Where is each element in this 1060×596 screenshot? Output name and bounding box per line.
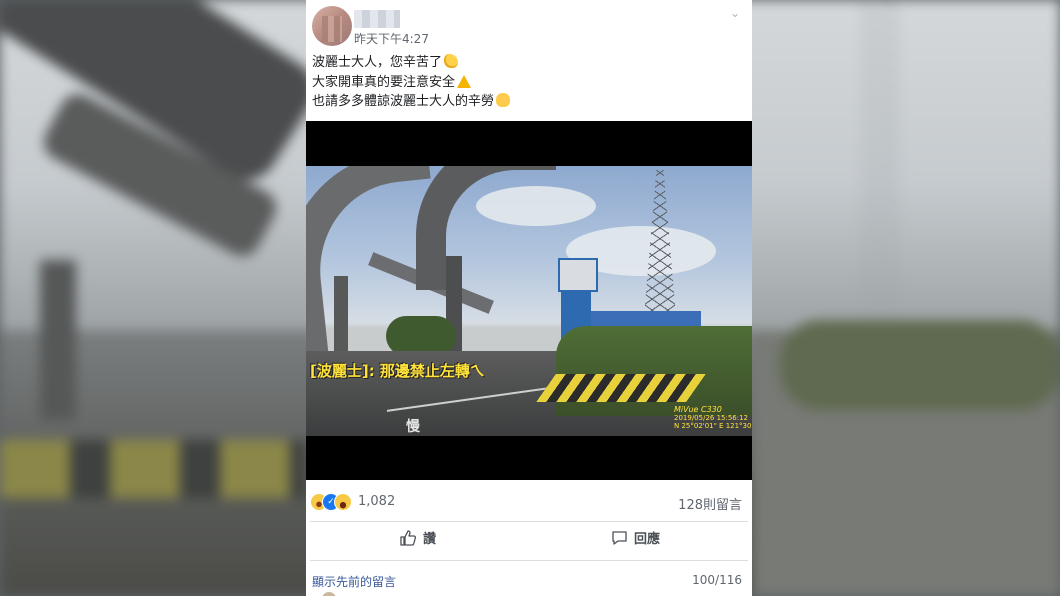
post-text-line-3: 也請多多體諒波麗士大人的辛勞 (312, 93, 511, 111)
pointing-hand-emoji-icon (496, 93, 511, 107)
divider (310, 521, 748, 522)
comment-pager: 100/116 (692, 573, 742, 587)
post-text-line-2: 大家開車真的要注意安全 (312, 74, 472, 92)
facebook-post-card: 昨天下午4:27 ⌄ 波麗士大人，您辛苦了 大家開車真的要注意安全 也請多多體諒… (306, 0, 752, 596)
dashcam-frame: 慢 [波麗士]: 那邊禁止左轉ㄟ MiVue C330 2019/05/26 1… (306, 166, 752, 436)
like-button[interactable]: 讚 (400, 528, 436, 554)
warning-emoji-icon (457, 75, 472, 88)
dashcam-overlay: MiVue C330 2019/05/26 15:56:12 N 25°02'0… (674, 405, 752, 431)
show-previous-comments-link[interactable]: 顯示先前的留言 (312, 573, 396, 590)
road-marking: 慢 (406, 419, 422, 435)
thumbs-up-icon (400, 530, 417, 546)
comment-button[interactable]: 回應 (611, 528, 660, 554)
video-player[interactable]: 慢 [波麗士]: 那邊禁止左轉ㄟ MiVue C330 2019/05/26 1… (306, 121, 752, 480)
roadside-sign (558, 258, 598, 292)
post-options-chevron-icon[interactable]: ⌄ (730, 6, 740, 20)
wow-reaction-icon (334, 493, 352, 511)
author-name-blurred[interactable] (354, 10, 400, 28)
commenter-avatar[interactable] (322, 592, 336, 596)
post-timestamp[interactable]: 昨天下午4:27 (354, 30, 429, 47)
post-stats-bar: ✓ 1,082 128則留言 (306, 484, 752, 518)
video-caption: [波麗士]: 那邊禁止左轉ㄟ (310, 362, 485, 380)
comment-count[interactable]: 128則留言 (678, 494, 742, 513)
author-avatar[interactable] (312, 6, 352, 46)
speech-bubble-icon (612, 531, 627, 545)
reaction-count[interactable]: 1,082 (358, 494, 395, 509)
post-text-line-1: 波麗士大人，您辛苦了 (312, 54, 459, 72)
flexed-biceps-emoji-icon (444, 54, 459, 68)
divider (310, 560, 748, 561)
